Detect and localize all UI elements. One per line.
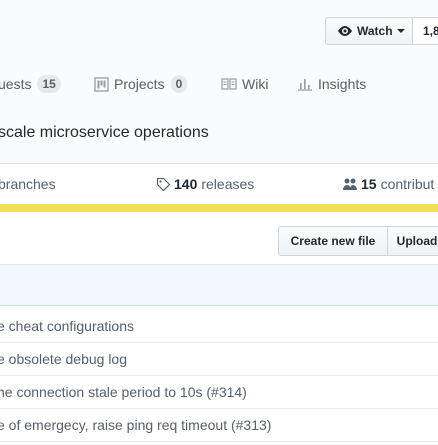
watch-label: Watch bbox=[357, 24, 393, 38]
repo-nav-tabs: uests 15 Projects 0 Wiki Insights bbox=[0, 70, 438, 100]
table-row[interactable]: e obsolete debug log bbox=[0, 342, 438, 376]
tab-insights[interactable]: Insights bbox=[297, 70, 366, 98]
tag-icon bbox=[156, 177, 171, 191]
tab-wiki[interactable]: Wiki bbox=[221, 70, 268, 98]
tab-projects[interactable]: Projects 0 bbox=[94, 70, 188, 98]
tab-label: Wiki bbox=[242, 76, 269, 92]
table-row[interactable]: e cheat configurations bbox=[0, 309, 438, 343]
commit-message[interactable]: e obsolete debug log bbox=[0, 351, 127, 367]
create-new-file-button[interactable]: Create new file bbox=[278, 226, 388, 256]
project-icon bbox=[94, 76, 109, 92]
eye-icon bbox=[337, 23, 353, 39]
tab-counter: 0 bbox=[170, 75, 188, 93]
upload-button[interactable]: Upload bbox=[387, 226, 438, 256]
chevron-down-icon bbox=[396, 29, 405, 33]
contributors-count: 15 bbox=[361, 176, 377, 192]
repo-description: scale microservice operations bbox=[0, 124, 209, 141]
graph-icon bbox=[298, 79, 312, 91]
table-row[interactable]: e of emergecy, raise ping req timeout (#… bbox=[0, 408, 438, 442]
contributors-link[interactable]: 15 contribut bbox=[342, 176, 434, 192]
tab-pull-requests[interactable]: uests 15 bbox=[0, 70, 61, 98]
branches-link[interactable]: branches bbox=[0, 176, 56, 192]
language-bar[interactable] bbox=[0, 204, 438, 212]
tab-label: uests bbox=[0, 76, 32, 92]
table-row[interactable]: he connection stale period to 10s (#314) bbox=[0, 375, 438, 409]
commit-message[interactable]: he connection stale period to 10s (#314) bbox=[0, 384, 247, 400]
tab-label: Projects bbox=[114, 76, 165, 92]
branches-label: branches bbox=[0, 176, 56, 192]
watch-button[interactable]: Watch bbox=[325, 17, 413, 45]
releases-count: 140 bbox=[174, 176, 198, 192]
file-list: e cheat configurations e obsolete debug … bbox=[0, 264, 438, 445]
book-icon bbox=[221, 78, 237, 90]
watch-count[interactable]: 1,8 bbox=[412, 17, 438, 45]
repo-summary: branches 140 releases 15 contribut bbox=[0, 173, 438, 197]
commit-message[interactable]: e of emergecy, raise ping req timeout (#… bbox=[0, 417, 271, 433]
releases-link[interactable]: 140 releases bbox=[156, 176, 254, 192]
people-icon bbox=[343, 178, 357, 190]
tab-label: Insights bbox=[318, 76, 367, 92]
tab-counter: 15 bbox=[37, 75, 61, 93]
commit-message[interactable]: e cheat configurations bbox=[0, 318, 134, 334]
contributors-label: contribut bbox=[380, 176, 435, 192]
latest-commit-bar bbox=[0, 265, 438, 306]
releases-label: releases bbox=[201, 176, 255, 192]
